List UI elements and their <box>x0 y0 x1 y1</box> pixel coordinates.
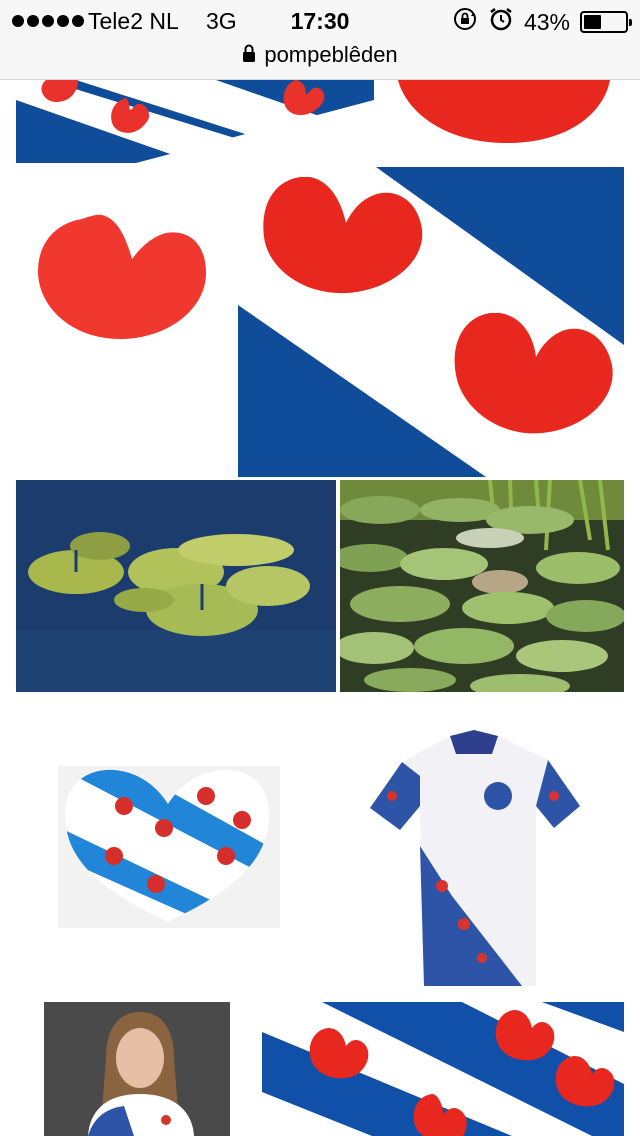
image-result-frisian-flag[interactable] <box>238 167 624 477</box>
image-result-frisian-cycling-jersey[interactable] <box>322 696 624 998</box>
status-bar: Tele2 NL 3G 17:30 43% pompeblêden <box>0 0 640 80</box>
frisian-flag-image <box>238 167 624 477</box>
person-in-frisian-jersey-image <box>16 1002 258 1136</box>
lock-icon <box>242 42 256 68</box>
battery-icon <box>580 11 632 33</box>
image-result-red-pompeblad[interactable] <box>378 80 624 163</box>
image-result-frisian-heart[interactable] <box>16 696 318 998</box>
frisian-heart-image <box>16 696 318 998</box>
water-lily-pond-image <box>340 480 624 692</box>
image-result-frisian-flag[interactable] <box>262 1002 624 1136</box>
frisian-cycling-jersey-image <box>322 696 624 998</box>
red-pompeblad-image <box>16 167 236 477</box>
water-lily-leaves-image <box>16 480 336 692</box>
frisian-flag-image <box>16 80 374 163</box>
address-bar[interactable]: pompeblêden <box>0 40 640 70</box>
red-pompeblad-image <box>378 80 624 163</box>
alarm-icon <box>488 6 514 38</box>
image-result-water-lily-leaves[interactable] <box>16 480 336 692</box>
image-results-grid <box>0 80 640 1136</box>
image-result-water-lily-pond[interactable] <box>340 480 624 692</box>
battery-percent: 43% <box>523 8 570 35</box>
image-result-person-in-frisian-jersey[interactable] <box>16 1002 258 1136</box>
rotation-lock-icon <box>452 6 478 38</box>
frisian-flag-image <box>262 1002 624 1136</box>
image-result-red-pompeblad[interactable] <box>16 167 236 477</box>
image-result-frisian-flag[interactable] <box>16 80 374 163</box>
url-text[interactable]: pompeblêden <box>264 42 397 68</box>
